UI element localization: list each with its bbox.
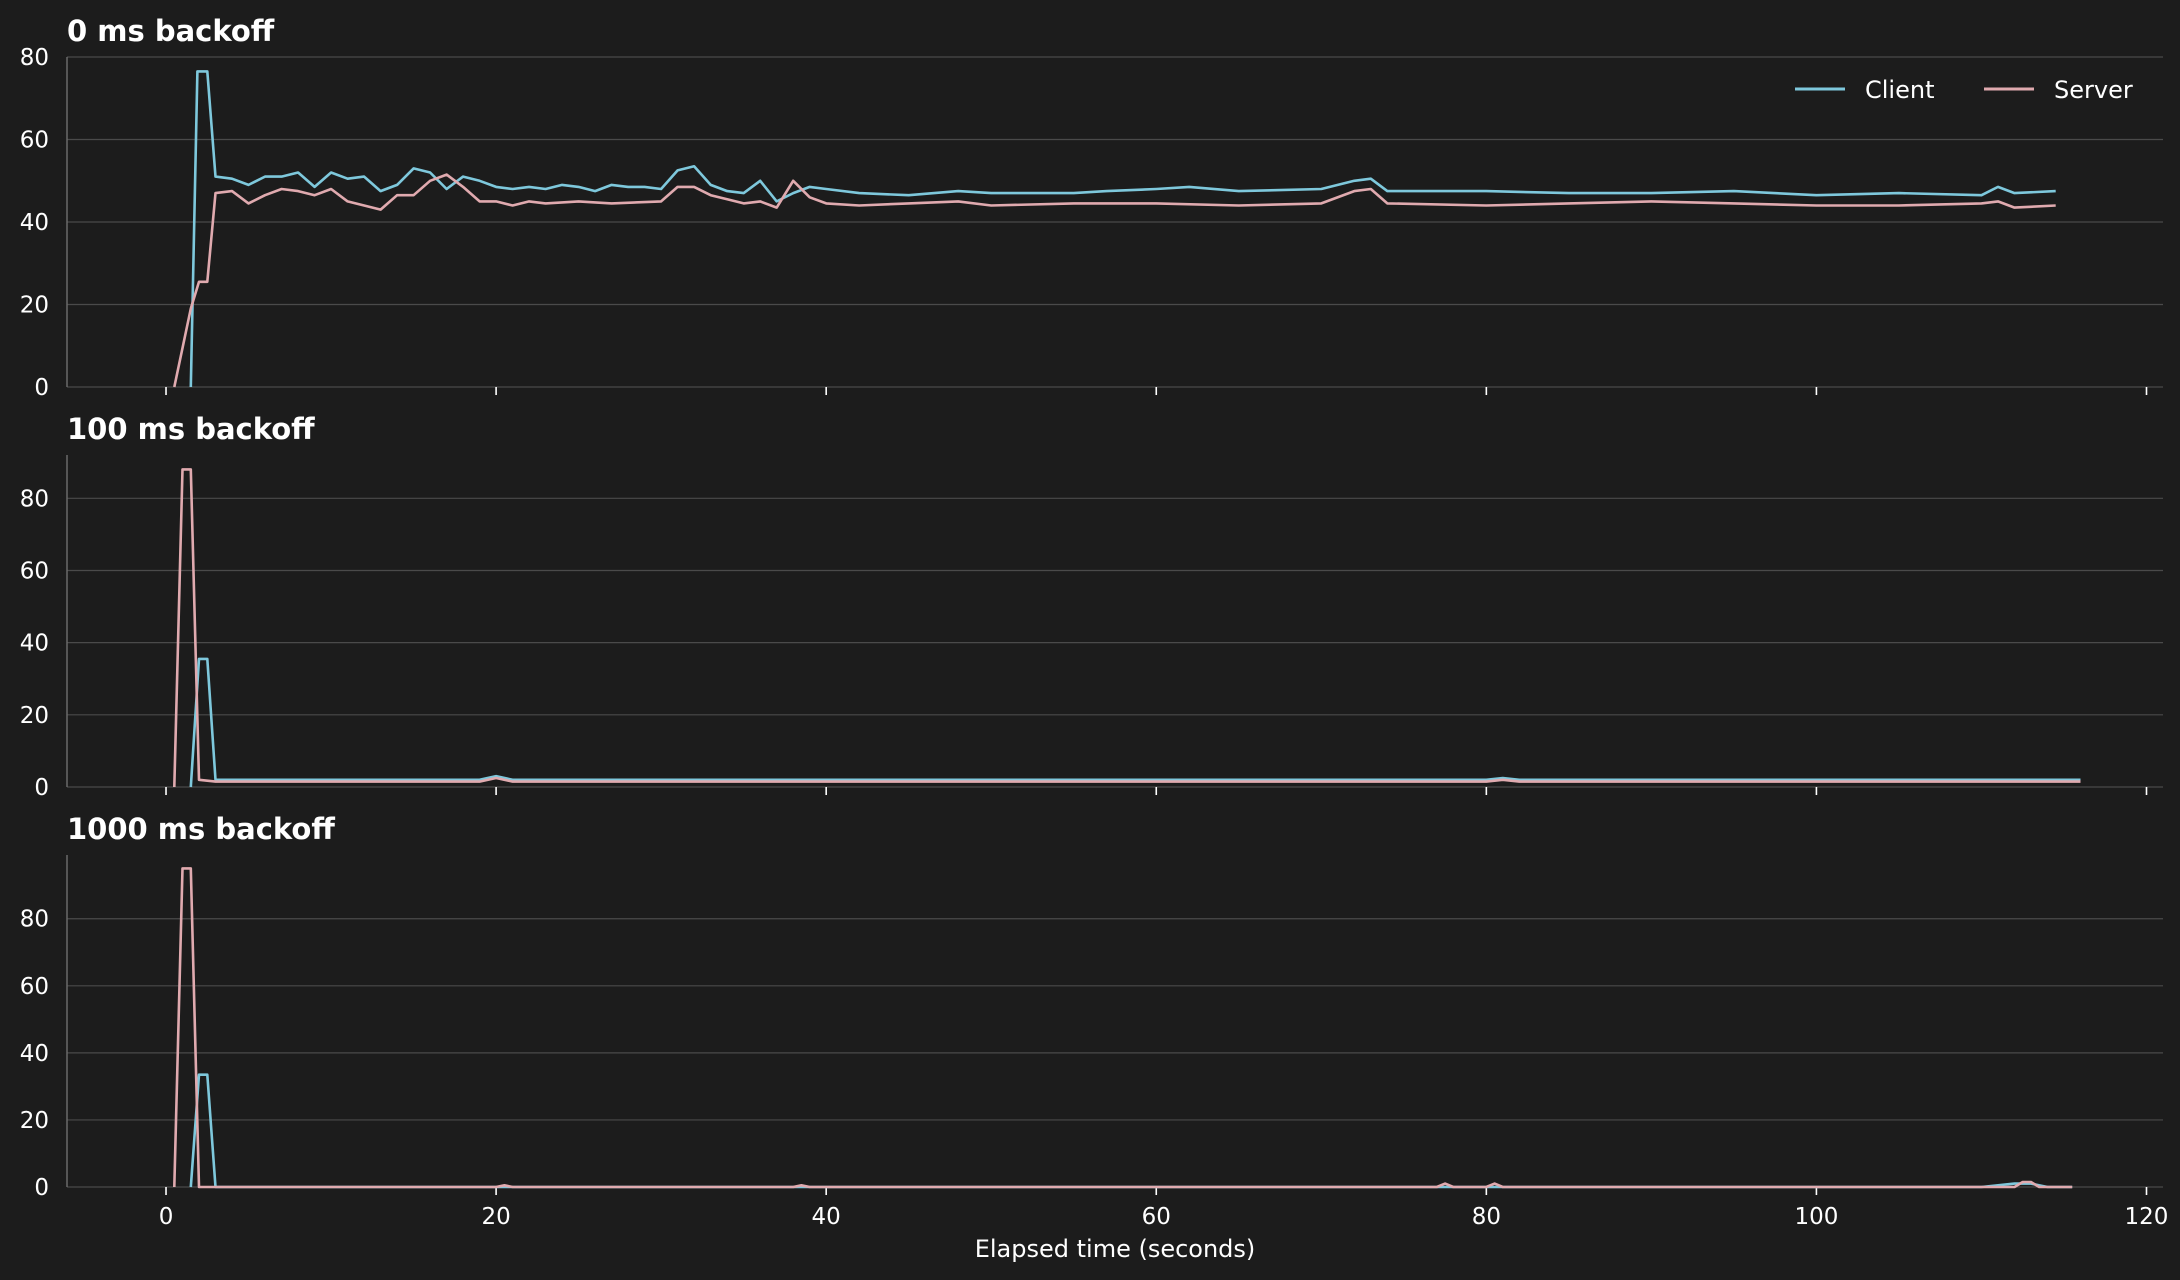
panel-title: 100 ms backoff [67,412,315,446]
y-tick-label: 0 [34,1175,49,1201]
x-tick-label: 60 [1142,1204,1171,1230]
y-tick-label: 80 [20,486,49,512]
y-tick-label: 20 [20,1108,49,1134]
y-tick-label: 0 [34,775,49,801]
y-tick-label: 20 [20,703,49,729]
y-tick-label: 60 [20,558,49,584]
x-tick-label: 120 [2125,1204,2169,1230]
y-tick-label: 40 [20,631,49,657]
y-tick-label: 20 [20,293,49,319]
x-tick-label: 0 [159,1204,174,1230]
legend-label-server: Server [2054,76,2133,104]
x-tick-label: 40 [812,1204,841,1230]
y-tick-label: 0 [34,375,49,401]
y-tick-label: 40 [20,1041,49,1067]
y-tick-label: 60 [20,974,49,1000]
x-tick-label: 20 [481,1204,510,1230]
x-tick-label: 80 [1472,1204,1501,1230]
legend-label-client: Client [1865,76,1934,104]
panel-title: 0 ms backoff [67,14,275,48]
y-tick-label: 60 [20,128,49,154]
y-tick-label: 40 [20,210,49,236]
x-tick-label: 100 [1794,1204,1838,1230]
chart-figure: 0 ms backoff 0 20 40 60 80 Client Server 100 ms … [0,0,2180,1280]
y-tick-label: 80 [20,907,49,933]
x-axis-label: Elapsed time (seconds) [975,1235,1256,1263]
y-tick-label: 80 [20,45,49,71]
panel-title: 1000 ms backoff [67,812,335,846]
